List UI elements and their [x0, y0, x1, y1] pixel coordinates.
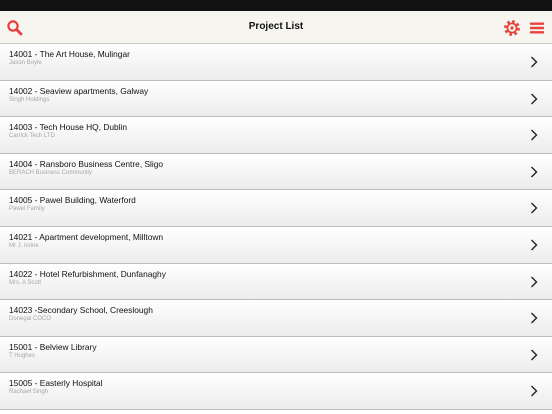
project-list: 14001 - The Art House, Mulingar Jason Bo… — [0, 44, 552, 414]
project-client: Singh Holdings — [9, 96, 50, 103]
project-title: 14003 - Tech House HQ, Dublin — [9, 122, 128, 133]
list-item[interactable]: 14002 - Seaview apartments, Galway Singh… — [0, 80, 552, 118]
project-client: BERACH Business Community — [9, 169, 93, 176]
project-title: 14002 - Seaview apartments, Galway — [9, 85, 149, 96]
project-title: 15001 - Belview Library — [9, 341, 97, 352]
project-client: Carrick Tech LTD — [9, 133, 55, 140]
project-client: Rachael Singh — [9, 389, 49, 396]
page-title: Project List — [248, 21, 304, 32]
project-client: T Hughes — [9, 352, 35, 359]
chevron-right-icon — [530, 385, 538, 397]
gear-icon — [504, 20, 520, 36]
chevron-right-icon — [530, 93, 538, 105]
project-client: Donegal COCO — [9, 316, 52, 323]
list-item[interactable]: 14004 - Ransboro Business Centre, Sligo … — [0, 153, 552, 191]
list-item[interactable]: 14022 - Hotel Refurbishment, Dunfanaghy … — [0, 263, 552, 301]
chevron-right-icon — [530, 312, 538, 324]
status-bar — [0, 0, 552, 11]
project-title: 15005 - Easterly Hospital — [9, 378, 103, 389]
settings-button[interactable] — [503, 19, 521, 37]
list-item[interactable]: 14003 - Tech House HQ, Dublin Carrick Te… — [0, 117, 552, 154]
list-item[interactable]: 14023 -Secondary School, Creeslough Done… — [0, 300, 552, 337]
chevron-right-icon — [530, 276, 538, 288]
navigation-bar: Project List — [0, 11, 552, 44]
project-client: Mr J. Irvine — [9, 242, 39, 249]
list-item[interactable]: 15005 - Easterly Hospital Rachael Singh — [0, 373, 552, 410]
project-title: 14022 - Hotel Refurbishment, Dunfanaghy — [9, 268, 166, 279]
chevron-right-icon — [530, 239, 538, 251]
menu-button[interactable] — [528, 19, 546, 37]
chevron-right-icon — [530, 349, 538, 361]
project-title: 14023 -Secondary School, Creeslough — [9, 305, 153, 316]
chevron-right-icon — [530, 56, 538, 68]
chevron-right-icon — [530, 166, 538, 178]
project-client: Jason Boyle — [9, 60, 42, 66]
list-item[interactable]: 14005 - Pawel Building, Waterford Pawel … — [0, 190, 552, 227]
project-client: Pawel Family — [9, 206, 45, 213]
chevron-right-icon — [530, 129, 538, 141]
project-client: Mrs. A Scott — [9, 279, 42, 286]
project-title: 14001 - The Art House, Mulingar — [9, 49, 130, 59]
project-title: 14021 - Apartment development, Milltown — [9, 231, 164, 242]
list-item[interactable]: 14021 - Apartment development, Milltown … — [0, 226, 552, 264]
hamburger-menu-icon — [530, 22, 544, 34]
project-title: 14004 - Ransboro Business Centre, Sligo — [9, 158, 164, 169]
project-title: 14005 - Pawel Building, Waterford — [9, 195, 136, 206]
list-item[interactable]: 14001 - The Art House, Mulingar Jason Bo… — [0, 44, 552, 81]
chevron-right-icon — [530, 202, 538, 214]
list-item[interactable]: 15001 - Belview Library T Hughes — [0, 336, 552, 374]
